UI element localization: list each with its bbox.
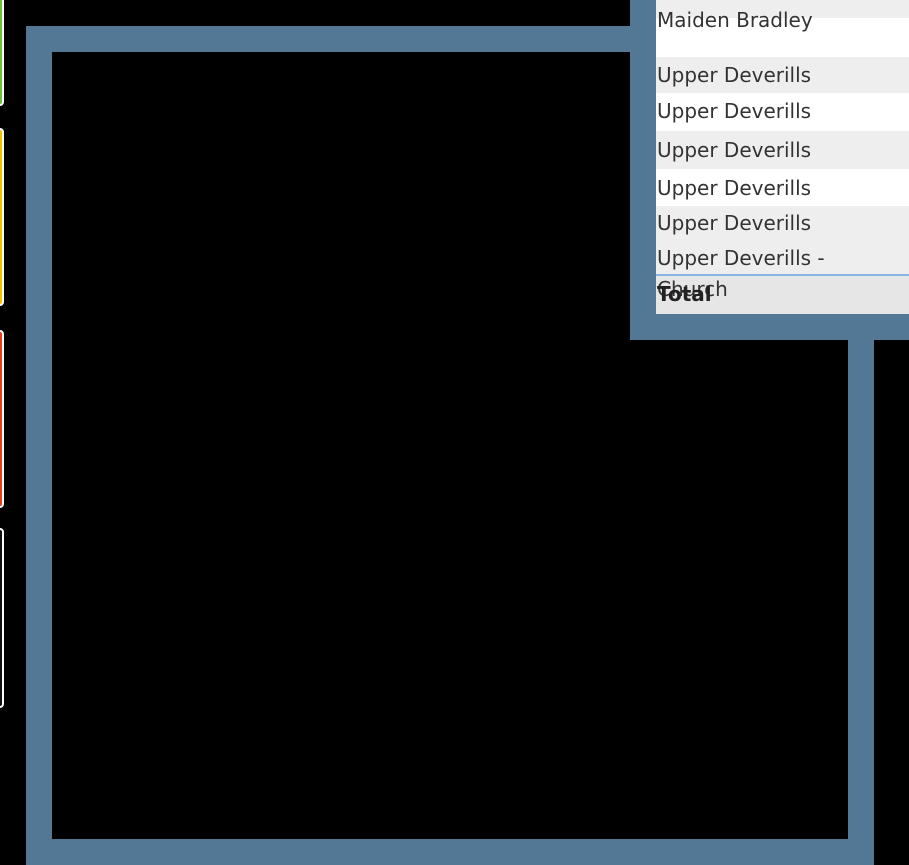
table-cell: Maiden Bradley — [657, 8, 813, 32]
table-cell: Upper Deverills — [657, 211, 812, 235]
table-visual[interactable]: Maiden Bradley Upper Deverills Upper Dev… — [656, 0, 909, 314]
table-total-row: Total — [656, 276, 909, 314]
table-visual-frame: Maiden Bradley Upper Deverills Upper Dev… — [630, 0, 909, 340]
table-total-label: Total — [657, 282, 712, 306]
table-cell: Upper Deverills — [657, 176, 812, 200]
table-cell: Upper Deverills — [657, 99, 812, 123]
tile-red[interactable] — [0, 330, 4, 508]
table-cell: Upper Deverills — [657, 63, 812, 87]
dashboard-root: Maiden Bradley Upper Deverills Upper Dev… — [0, 0, 909, 865]
table-row[interactable]: Maiden Bradley — [656, 0, 909, 30]
tile-green[interactable] — [0, 0, 4, 106]
table-cell: Upper Deverills — [657, 138, 812, 162]
tile-yellow[interactable] — [0, 128, 4, 306]
tile-dark[interactable] — [0, 528, 4, 708]
